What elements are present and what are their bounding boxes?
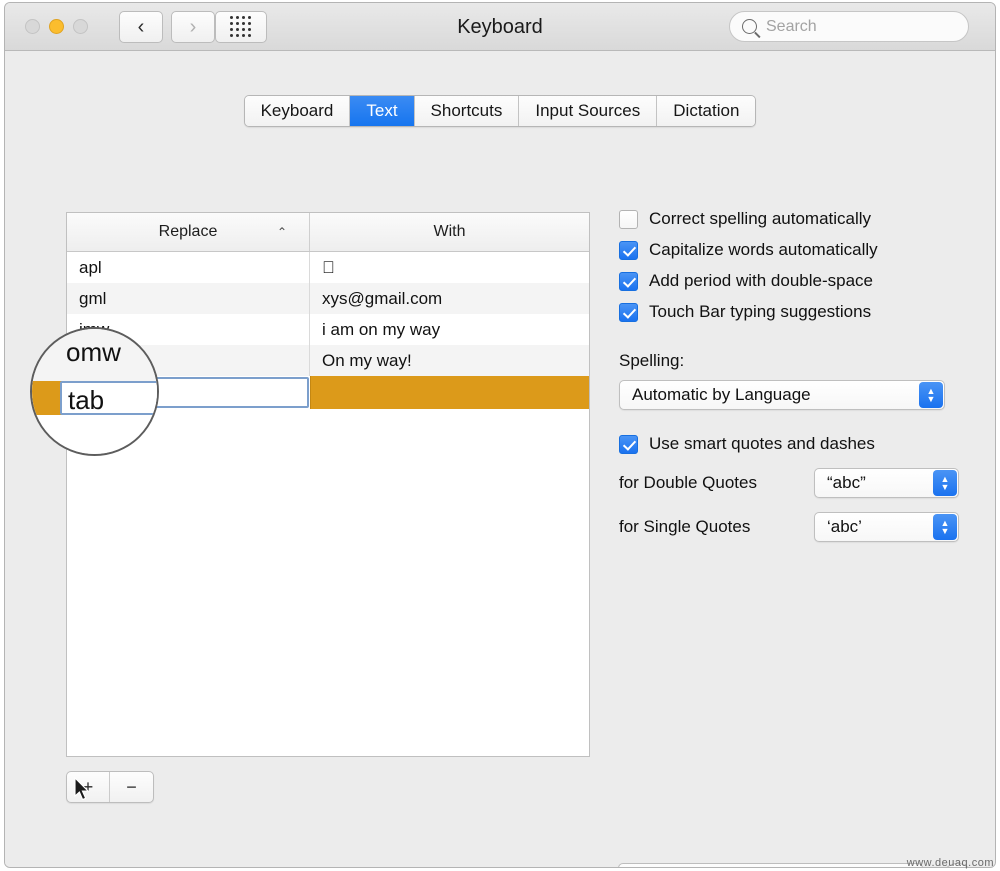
search-placeholder: Search	[766, 17, 817, 35]
double-quotes-row: for Double Quotes “abc” ▲ ▼	[619, 468, 959, 498]
double-quotes-label: for Double Quotes	[619, 473, 757, 492]
checkbox-label: Correct spelling automatically	[649, 209, 872, 228]
chevron-updown-icon[interactable]: ▲ ▼	[933, 470, 957, 496]
column-header-replace-label: Replace	[158, 223, 218, 240]
cell-with: 	[310, 252, 589, 283]
column-header-with-label: With	[433, 223, 466, 240]
spelling-popup-button[interactable]: Automatic by Language ▲ ▼	[619, 380, 945, 410]
single-quotes-popup-button[interactable]: ‘abc’ ▲ ▼	[814, 512, 959, 542]
cell-replace: apl	[67, 252, 310, 283]
cell-with: On my way!	[322, 350, 412, 370]
magnifier-word-above: omw	[66, 337, 121, 367]
text-replacement-table: Replace ⌃ With apl  gml xys@gmail.com i…	[66, 212, 590, 757]
preferences-window: ‹ › Keyboard Search Keyboard Text Shortc…	[4, 2, 996, 868]
table-header: Replace ⌃ With	[67, 213, 589, 252]
checkbox-add-period[interactable]	[619, 271, 638, 291]
smart-quotes-block: Use smart quotes and dashes for Double Q…	[619, 434, 959, 542]
window-titlebar: ‹ › Keyboard Search	[5, 3, 995, 51]
chevron-updown-icon[interactable]: ▲ ▼	[919, 382, 943, 408]
tab-shortcuts[interactable]: Shortcuts	[414, 96, 520, 126]
spelling-selected-value: Automatic by Language	[632, 385, 811, 404]
search-icon	[742, 19, 757, 34]
magnifier-input-text: tab	[68, 385, 105, 415]
checkbox-label: Add period with double-space	[649, 271, 873, 290]
checkbox-label: Use smart quotes and dashes	[649, 434, 875, 453]
checkbox-label: Capitalize words automatically	[649, 240, 878, 259]
watermark: www.deuaq.com	[906, 857, 994, 869]
tab-dictation[interactable]: Dictation	[657, 96, 756, 126]
tab-keyboard[interactable]: Keyboard	[244, 96, 351, 126]
double-quotes-popup-button[interactable]: “abc” ▲ ▼	[814, 468, 959, 498]
cell-with: i am on my way	[322, 319, 441, 339]
magnifier-orange-edge	[32, 381, 62, 415]
checkbox-row-capitalize-words[interactable]: Capitalize words automatically	[619, 240, 959, 260]
set-up-bluetooth-keyboard-button[interactable]: Set Up Bluetooth Keyboard…	[618, 863, 923, 867]
table-action-buttons: + −	[66, 771, 154, 803]
spelling-label: Spelling:	[619, 351, 685, 370]
checkbox-label: Touch Bar typing suggestions	[649, 302, 872, 321]
column-header-replace[interactable]: Replace ⌃	[67, 213, 310, 251]
cell-with: xys@gmail.com	[322, 288, 443, 308]
checkbox-touch-bar[interactable]	[619, 302, 638, 322]
checkbox-capitalize-words[interactable]	[619, 240, 638, 260]
double-quotes-value: “abc”	[827, 473, 866, 492]
checkbox-correct-spelling[interactable]	[619, 209, 638, 229]
table-row[interactable]: apl 	[67, 252, 589, 283]
preferences-content: Keyboard Text Shortcuts Input Sources Di…	[5, 51, 995, 867]
tab-text[interactable]: Text	[350, 96, 415, 126]
cell-with-highlighted[interactable]	[310, 376, 589, 409]
tab-bar: Keyboard Text Shortcuts Input Sources Di…	[5, 95, 995, 127]
tab-input-sources[interactable]: Input Sources	[519, 96, 658, 126]
single-quotes-label: for Single Quotes	[619, 517, 751, 536]
remove-replacement-button[interactable]: −	[110, 772, 153, 802]
sort-ascending-icon: ⌃	[276, 225, 287, 239]
table-row[interactable]: gml xys@gmail.com	[67, 283, 589, 314]
column-header-with[interactable]: With	[310, 213, 589, 251]
cell-replace: gml	[67, 283, 310, 314]
add-replacement-button[interactable]: +	[67, 772, 110, 802]
checkbox-smart-quotes[interactable]	[619, 434, 638, 454]
single-quotes-row: for Single Quotes ‘abc’ ▲ ▼	[619, 512, 959, 542]
checkbox-row-correct-spelling[interactable]: Correct spelling automatically	[619, 209, 959, 229]
chevron-updown-icon[interactable]: ▲ ▼	[933, 514, 957, 540]
checkbox-row-touch-bar[interactable]: Touch Bar typing suggestions	[619, 302, 959, 322]
checkbox-row-add-period[interactable]: Add period with double-space	[619, 271, 959, 291]
checkbox-row-smart-quotes[interactable]: Use smart quotes and dashes	[619, 434, 959, 454]
single-quotes-value: ‘abc’	[827, 517, 862, 536]
options-panel: Correct spelling automatically Capitaliz…	[619, 209, 959, 542]
search-field[interactable]: Search	[729, 11, 969, 42]
magnifier-callout: omw tab	[30, 327, 159, 456]
